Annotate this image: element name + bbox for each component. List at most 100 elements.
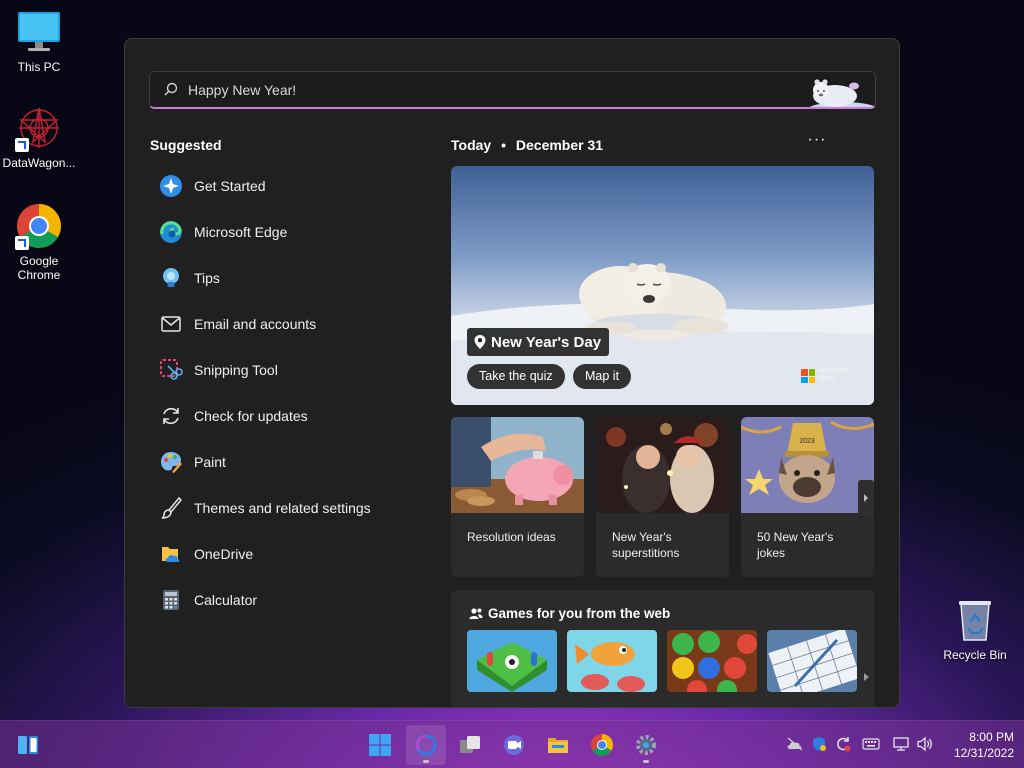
clock[interactable]: 8:00 PM 12/31/2022 [940, 729, 1014, 761]
chat-button[interactable] [494, 725, 534, 765]
game-tile-sudoku[interactable] [767, 630, 857, 692]
clock-date: 12/31/2022 [953, 746, 1014, 760]
search-panel: Suggested Get Started Microsoft Edge [124, 38, 900, 708]
map-it-button[interactable]: Map it [573, 364, 632, 389]
chrome-icon [591, 734, 613, 756]
suggested-list: Get Started Microsoft Edge Tips Email an… [149, 163, 399, 623]
shortcut-arrow-icon [15, 138, 29, 152]
suggested-item-label: Tips [194, 270, 220, 286]
get-started-icon [159, 174, 183, 198]
hero-card[interactable]: New Year's Day Take the quiz Map it Micr… [451, 166, 874, 405]
edge-icon [159, 220, 183, 244]
suggested-item-microsoft-edge[interactable]: Microsoft Edge [149, 209, 399, 255]
games-header: Games for you from the web [469, 606, 670, 621]
search-icon [164, 82, 178, 96]
desktop-icon-label: Google Chrome [17, 254, 61, 282]
widgets-button[interactable] [8, 725, 48, 765]
suggested-item-label: Check for updates [194, 408, 308, 424]
desktop-icon-label: DataWagon... [2, 156, 76, 170]
desktop-icon-this-pc[interactable]: This PC [0, 8, 78, 74]
taskbar: 8:00 PM 12/31/2022 [0, 720, 1024, 768]
chevron-right-icon [864, 494, 868, 502]
cards-next-button[interactable] [858, 480, 874, 516]
people-icon [469, 607, 483, 619]
hero-title: New Year's Day [491, 333, 602, 351]
onedrive-tray-icon[interactable] [786, 735, 804, 753]
desktop-icon-label: Recycle Bin [943, 648, 1007, 662]
card-caption: Resolution ideas [467, 530, 556, 544]
datawagon-logo-icon [15, 104, 63, 152]
suggested-item-onedrive[interactable]: OneDrive [149, 531, 399, 577]
search-input[interactable] [188, 72, 788, 107]
microsoft-logo-icon [801, 369, 815, 383]
gear-icon [636, 735, 656, 755]
active-indicator [423, 760, 429, 763]
brush-icon [159, 496, 183, 520]
sync-tray-icon[interactable] [834, 735, 852, 753]
microsoft-bing-brand: Microsoft Bing [819, 367, 848, 382]
today-date: December 31 [515, 137, 604, 153]
calculator-icon [159, 588, 183, 612]
game-tile-soccer[interactable] [467, 630, 557, 692]
suggested-item-paint[interactable]: Paint [149, 439, 399, 485]
paint-icon [159, 450, 183, 474]
desktop-icon-recycle-bin[interactable]: Recycle Bin [936, 596, 1014, 662]
suggested-item-label: Microsoft Edge [194, 224, 288, 240]
today-label: Today [451, 137, 492, 153]
hero-title-box[interactable]: New Year's Day [467, 328, 610, 356]
suggested-item-snipping-tool[interactable]: Snipping Tool [149, 347, 399, 393]
folder-icon [548, 738, 568, 753]
task-view-icon [460, 736, 480, 753]
card-caption: New Year's superstitions [612, 530, 680, 560]
chat-icon [504, 735, 524, 755]
suggested-item-get-started[interactable]: Get Started [149, 163, 399, 209]
game-tile-bubbles[interactable] [667, 630, 757, 692]
suggested-item-calculator[interactable]: Calculator [149, 577, 399, 623]
take-the-quiz-button[interactable]: Take the quiz [467, 364, 565, 389]
suggested-item-label: Paint [194, 454, 226, 470]
task-view-button[interactable] [450, 725, 490, 765]
suggested-item-label: Email and accounts [194, 316, 317, 332]
suggested-item-label: Calculator [194, 592, 258, 608]
game-tile-fish[interactable] [567, 630, 657, 692]
search-box[interactable] [149, 71, 876, 109]
games-title: Games for you from the web [488, 606, 671, 621]
chevron-right-icon[interactable] [863, 672, 871, 682]
volume-tray-icon[interactable] [916, 735, 934, 753]
running-indicator [643, 760, 649, 763]
network-tray-icon[interactable] [892, 735, 910, 753]
suggested-item-label: Themes and related settings [194, 500, 371, 516]
widgets-icon [18, 736, 38, 754]
more-options-button[interactable]: ··· [805, 132, 829, 149]
card-50-new-years-jokes[interactable]: 2023 50 New Year's jokes [741, 417, 874, 577]
card-resolution-ideas[interactable]: Resolution ideas [451, 417, 584, 577]
celebration-image [596, 417, 729, 513]
suggested-item-label: OneDrive [194, 546, 254, 562]
shortcut-arrow-icon [15, 236, 29, 250]
refresh-icon [159, 404, 183, 428]
tips-icon [159, 266, 183, 290]
card-caption: 50 New Year's jokes [757, 530, 834, 560]
games-section: Games for you from the web [451, 590, 874, 707]
location-pin-icon [474, 335, 486, 349]
search-taskbar-button[interactable] [406, 725, 446, 765]
windows-logo-icon [369, 734, 391, 756]
suggested-item-label: Snipping Tool [194, 362, 278, 378]
suggested-item-tips[interactable]: Tips [149, 255, 399, 301]
clock-time: 8:00 PM [969, 730, 1014, 744]
desktop-icon-google-chrome[interactable]: Google Chrome [0, 202, 78, 282]
start-button[interactable] [360, 725, 400, 765]
card-new-years-superstitions[interactable]: New Year's superstitions [596, 417, 729, 577]
suggested-item-email-and-accounts[interactable]: Email and accounts [149, 301, 399, 347]
file-explorer-button[interactable] [538, 725, 578, 765]
desktop-icon-label: This PC [17, 60, 61, 74]
desktop-icon-datawagon[interactable]: DataWagon... [0, 104, 78, 170]
settings-button[interactable] [626, 725, 666, 765]
suggested-item-themes-and-related-settings[interactable]: Themes and related settings [149, 485, 399, 531]
keyboard-tray-icon[interactable] [862, 735, 880, 753]
chrome-taskbar-button[interactable] [582, 725, 622, 765]
today-separator: • [501, 137, 506, 153]
suggested-item-check-for-updates[interactable]: Check for updates [149, 393, 399, 439]
svg-text:2023: 2023 [799, 438, 815, 445]
security-tray-icon[interactable] [810, 735, 828, 753]
